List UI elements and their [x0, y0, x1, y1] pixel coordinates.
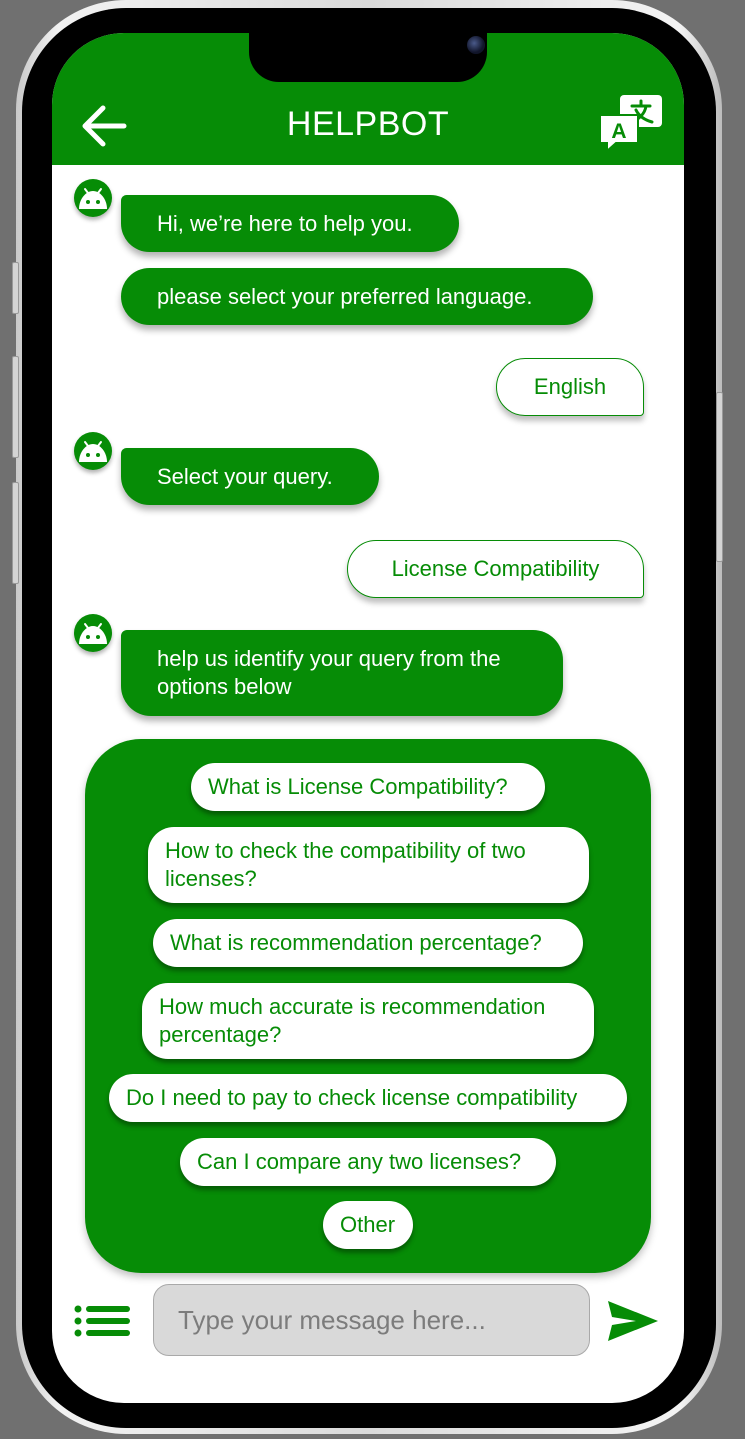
- option-compare-two-licenses[interactable]: Can I compare any two licenses?: [180, 1138, 556, 1186]
- side-button: [12, 356, 19, 458]
- svg-text:A: A: [611, 120, 626, 143]
- send-icon: [608, 1301, 658, 1341]
- options-panel: What is License Compatibility? How to ch…: [85, 739, 651, 1273]
- send-button[interactable]: [606, 1299, 660, 1343]
- bot-message: help us identify your query from the opt…: [121, 630, 563, 716]
- translate-button[interactable]: A: [598, 93, 664, 155]
- bot-avatar: [74, 614, 112, 652]
- android-icon: [79, 623, 107, 644]
- option-what-is-recommendation-percentage[interactable]: What is recommendation percentage?: [153, 919, 583, 967]
- bot-message-text: Hi, we’re here to help you.: [157, 210, 413, 236]
- user-message: License Compatibility: [347, 540, 644, 598]
- option-how-accurate-recommendation[interactable]: How much accurate is recommendation perc…: [142, 983, 594, 1059]
- list-menu-button[interactable]: [74, 1305, 132, 1341]
- user-message-text: License Compatibility: [391, 556, 600, 581]
- option-what-is-license-compatibility[interactable]: What is License Compatibility?: [191, 763, 545, 811]
- message-input[interactable]: [153, 1284, 590, 1356]
- android-icon: [79, 441, 107, 462]
- user-message-text: English: [533, 374, 607, 399]
- bot-message: please select your preferred language.: [121, 268, 593, 325]
- option-other[interactable]: Other: [323, 1201, 413, 1249]
- option-how-to-check-compatibility[interactable]: How to check the compatibility of two li…: [148, 827, 589, 903]
- notch: [249, 33, 487, 82]
- bot-message: Hi, we’re here to help you.: [121, 195, 459, 252]
- app-screen: HELPBOT A Hi, we’re here to help you. pl…: [52, 33, 684, 1403]
- side-button: [716, 392, 723, 562]
- option-pay-to-check[interactable]: Do I need to pay to check license compat…: [109, 1074, 627, 1122]
- bot-message-text: Select your query.: [157, 463, 333, 489]
- app-header: HELPBOT A: [52, 33, 684, 165]
- side-button: [12, 482, 19, 584]
- android-icon: [79, 188, 107, 209]
- bot-avatar: [74, 432, 112, 470]
- bot-message-text: help us identify your query from the opt…: [157, 646, 501, 699]
- camera-icon: [467, 36, 485, 54]
- side-button: [12, 262, 19, 314]
- translate-icon: A: [599, 95, 662, 154]
- page-title: HELPBOT: [286, 105, 450, 143]
- user-message: English: [496, 358, 644, 416]
- bot-message: Select your query.: [121, 448, 379, 505]
- bot-avatar: [74, 179, 112, 217]
- bot-message-text: please select your preferred language.: [157, 283, 533, 309]
- list-menu-icon: [74, 1305, 130, 1337]
